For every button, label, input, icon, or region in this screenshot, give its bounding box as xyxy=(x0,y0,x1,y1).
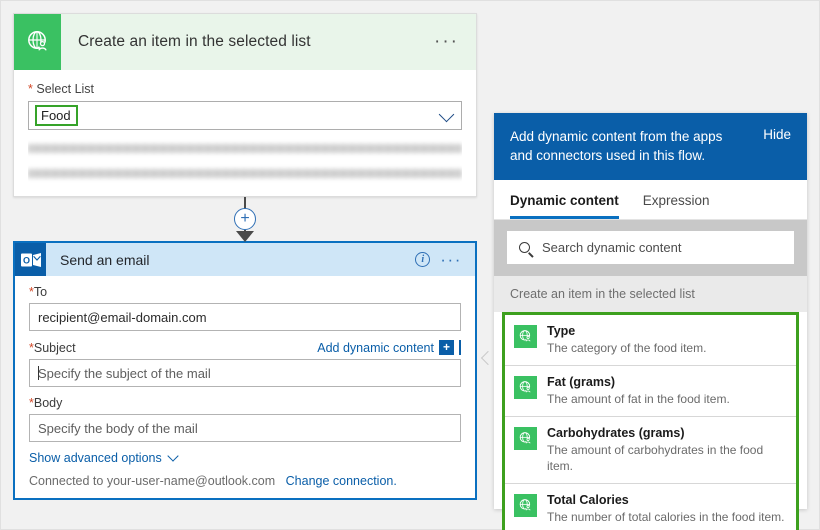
dynamic-content-list: Type The category of the food item. xyxy=(502,312,799,530)
list-item-text: Carbohydrates (grams) The amount of carb… xyxy=(547,425,787,474)
connection-footer: Connected to your-user-name@outlook.com … xyxy=(29,474,461,488)
tab-dynamic-content[interactable]: Dynamic content xyxy=(510,193,619,219)
outlook-icon: O xyxy=(15,243,46,276)
select-list-label: * Select List xyxy=(28,82,462,96)
list-item-description: The amount of fat in the food item. xyxy=(547,391,730,407)
send-email-card-body: *To recipient@email-domain.com *Subject … xyxy=(15,276,475,498)
to-field[interactable]: recipient@email-domain.com xyxy=(29,303,461,331)
select-list-value: Food xyxy=(35,105,78,126)
dynamic-content-group-title: Create an item in the selected list xyxy=(494,276,807,312)
flow-connector: + xyxy=(13,197,477,241)
to-field-value: recipient@email-domain.com xyxy=(38,310,207,325)
obscured-row xyxy=(28,144,462,153)
list-item-description: The category of the food item. xyxy=(547,340,706,356)
body-field-placeholder: Specify the body of the mail xyxy=(38,421,198,436)
subject-label: *Subject xyxy=(29,341,76,355)
screenshot-root: Create an item in the selected list ··· … xyxy=(0,0,820,530)
send-email-card[interactable]: O Send an email i ··· *To recipient@emai… xyxy=(13,241,477,500)
chevron-down-icon[interactable] xyxy=(439,106,455,122)
body-label: *Body xyxy=(29,396,461,410)
list-item-name: Fat (grams) xyxy=(547,374,730,390)
add-dynamic-content-button[interactable]: Add dynamic content + xyxy=(317,340,461,355)
send-email-card-header[interactable]: O Send an email i ··· xyxy=(15,243,475,276)
search-placeholder: Search dynamic content xyxy=(542,240,681,255)
connection-text: Connected to your-user-name@outlook.com xyxy=(29,474,275,488)
obscured-fields-region xyxy=(28,138,462,196)
flow-column: Create an item in the selected list ··· … xyxy=(13,13,477,500)
create-item-more-button[interactable]: ··· xyxy=(434,37,459,47)
add-step-button[interactable]: + xyxy=(234,208,256,230)
send-email-card-title: Send an email xyxy=(60,252,150,268)
list-item-text: Fat (grams) The amount of fat in the foo… xyxy=(547,374,730,407)
search-area: Search dynamic content xyxy=(494,220,807,276)
required-asterisk: * xyxy=(28,82,33,96)
list-item-name: Type xyxy=(547,323,706,339)
sharepoint-globe-person-icon xyxy=(514,325,537,348)
add-dynamic-content-bar xyxy=(459,340,461,355)
list-item-text: Total Calories The number of total calor… xyxy=(547,492,784,525)
subject-field[interactable]: Specify the subject of the mail xyxy=(29,359,461,387)
dynamic-content-panel: Add dynamic content from the apps and co… xyxy=(494,113,807,509)
sharepoint-globe-person-icon xyxy=(514,427,537,450)
show-advanced-options-button[interactable]: Show advanced options xyxy=(29,451,461,465)
dynamic-content-tabs: Dynamic content Expression xyxy=(494,180,807,220)
select-list-label-text: Select List xyxy=(36,82,94,96)
body-field[interactable]: Specify the body of the mail xyxy=(29,414,461,442)
search-icon xyxy=(519,242,530,253)
list-item[interactable]: Fat (grams) The amount of fat in the foo… xyxy=(505,365,796,416)
subject-field-placeholder: Specify the subject of the mail xyxy=(38,366,211,381)
change-connection-link[interactable]: Change connection. xyxy=(286,474,397,488)
collapse-panel-chevron-icon[interactable] xyxy=(480,349,492,369)
dynamic-content-panel-header: Add dynamic content from the apps and co… xyxy=(494,113,807,180)
send-email-header-actions: i ··· xyxy=(415,252,462,267)
chevron-down-icon xyxy=(167,450,178,461)
subject-label-text: Subject xyxy=(34,341,76,355)
list-item-description: The number of total calories in the food… xyxy=(547,509,784,525)
hide-panel-button[interactable]: Hide xyxy=(763,127,791,142)
list-item-name: Total Calories xyxy=(547,492,784,508)
tab-expression[interactable]: Expression xyxy=(643,193,710,219)
info-icon[interactable]: i xyxy=(415,252,430,267)
show-advanced-options-label: Show advanced options xyxy=(29,451,162,465)
create-item-card-body: * Select List Food xyxy=(14,70,476,196)
sharepoint-globe-person-icon xyxy=(14,14,61,70)
create-item-card-header[interactable]: Create an item in the selected list ··· xyxy=(14,14,476,70)
obscured-row xyxy=(28,169,462,178)
add-dynamic-content-label: Add dynamic content xyxy=(317,341,434,355)
create-item-card-title: Create an item in the selected list xyxy=(78,33,311,51)
to-label: *To xyxy=(29,285,461,299)
sharepoint-globe-person-icon xyxy=(514,494,537,517)
to-label-text: To xyxy=(34,285,47,299)
body-label-text: Body xyxy=(34,396,63,410)
plus-icon[interactable]: + xyxy=(439,340,454,355)
send-email-more-button[interactable]: ··· xyxy=(440,256,462,264)
list-item-text: Type The category of the food item. xyxy=(547,323,706,356)
sharepoint-globe-person-icon xyxy=(514,376,537,399)
list-item[interactable]: Total Calories The number of total calor… xyxy=(505,483,796,530)
list-item[interactable]: Carbohydrates (grams) The amount of carb… xyxy=(505,416,796,483)
create-item-card[interactable]: Create an item in the selected list ··· … xyxy=(13,13,477,197)
subject-row: *Subject Add dynamic content + xyxy=(29,340,461,359)
connector-arrow-icon xyxy=(236,231,254,242)
dynamic-content-panel-title: Add dynamic content from the apps and co… xyxy=(510,127,742,165)
list-item-description: The amount of carbohydrates in the food … xyxy=(547,442,787,474)
search-dynamic-content-input[interactable]: Search dynamic content xyxy=(507,231,794,264)
list-item-name: Carbohydrates (grams) xyxy=(547,425,787,441)
select-list-dropdown[interactable]: Food xyxy=(28,101,462,130)
svg-text:O: O xyxy=(22,255,29,265)
list-item[interactable]: Type The category of the food item. xyxy=(505,315,796,365)
